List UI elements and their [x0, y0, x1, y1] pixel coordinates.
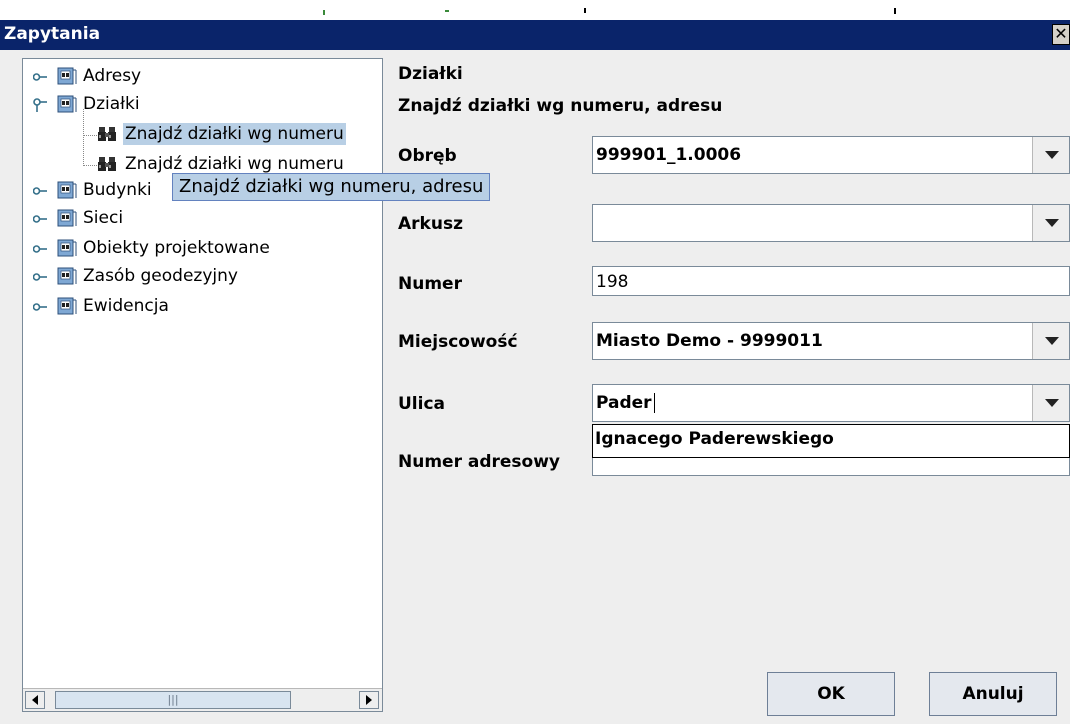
folder-book-icon	[57, 67, 77, 85]
tree-node-adresy[interactable]: Adresy	[33, 65, 233, 87]
stray-mark	[584, 8, 586, 13]
arkusz-combobox[interactable]	[592, 204, 1070, 242]
obreb-label: Obręb	[398, 146, 457, 166]
tree-node-label: Znajdź działki wg numeru	[125, 154, 344, 174]
tree-connector	[83, 135, 97, 136]
query-tree[interactable]: Adresy Działki Znajdź działki wg numeru …	[22, 58, 383, 712]
tree-node-label: Adresy	[83, 66, 142, 86]
form-heading: Działki	[398, 64, 463, 84]
ok-button[interactable]: OK	[767, 672, 895, 716]
binoculars-icon	[98, 127, 116, 141]
stray-mark	[445, 10, 449, 12]
tree-node-label: Zasób geodezyjny	[83, 266, 238, 286]
ulica-suggestion-item[interactable]: Ignacego Paderewskiego	[595, 429, 834, 449]
collapsed-handle-icon[interactable]	[33, 72, 47, 82]
collapsed-handle-icon[interactable]	[33, 186, 47, 196]
numer-value: 198	[596, 272, 629, 292]
ulica-value: Pader	[596, 393, 652, 413]
tree-node-label: Znajdź działki wg numeru	[123, 123, 346, 145]
folder-book-icon	[57, 239, 77, 257]
close-button[interactable]: ✕	[1052, 24, 1070, 45]
ulica-suggestion-list[interactable]: Ignacego Paderewskiego	[592, 424, 1070, 458]
cancel-button[interactable]: Anuluj	[929, 672, 1057, 716]
tree-node-label: Sieci	[83, 208, 124, 228]
dialog-title: Zapytania	[4, 24, 101, 44]
tree-node-sieci[interactable]: Sieci	[33, 207, 233, 229]
collapsed-handle-icon[interactable]	[33, 272, 47, 282]
tree-node-label: Obiekty projektowane	[83, 238, 270, 258]
dialog-titlebar[interactable]: Zapytania ✕	[0, 20, 1070, 50]
expanded-handle-icon[interactable]	[33, 98, 47, 112]
form-subheading: Znajdź działki wg numeru, adresu	[398, 96, 723, 116]
chevron-down-icon	[1045, 219, 1059, 227]
binoculars-icon	[98, 157, 116, 171]
text-caret	[653, 393, 655, 413]
scroll-left-button[interactable]	[25, 691, 45, 709]
miejscowosc-value: Miasto Demo - 9999011	[596, 331, 823, 351]
tree-connector	[83, 109, 84, 166]
tree-node-dzialki[interactable]: Działki	[33, 93, 233, 115]
stray-mark	[323, 10, 325, 15]
tree-leaf-znajdz-dzialki-2[interactable]: Znajdź działki wg numeru	[97, 153, 382, 175]
obreb-dropdown-button[interactable]	[1032, 137, 1069, 173]
arrow-right-icon	[366, 695, 372, 705]
miejscowosc-label: Miejscowość	[398, 332, 518, 352]
tree-node-obiekty-projektowane[interactable]: Obiekty projektowane	[33, 237, 333, 259]
collapsed-handle-icon[interactable]	[33, 302, 47, 312]
tree-leaf-znajdz-dzialki-1[interactable]: Znajdź działki wg numeru	[97, 123, 382, 145]
folder-book-icon	[57, 181, 77, 199]
tree-node-zasob-geodezyjny[interactable]: Zasób geodezyjny	[33, 265, 333, 287]
numer-label: Numer	[398, 274, 462, 294]
collapsed-handle-icon[interactable]	[33, 244, 47, 254]
scroll-right-button[interactable]	[359, 691, 379, 709]
folder-book-icon	[57, 267, 77, 285]
folder-book-icon	[57, 297, 77, 315]
numer-input[interactable]: 198	[592, 266, 1070, 296]
folder-book-icon	[57, 95, 77, 113]
ulica-combobox[interactable]: Pader	[592, 384, 1070, 422]
arkusz-dropdown-button[interactable]	[1032, 205, 1069, 241]
stray-mark	[894, 8, 896, 14]
obreb-value: 999901_1.0006	[596, 145, 742, 165]
obreb-combobox[interactable]: 999901_1.0006	[592, 136, 1070, 174]
numer-adresowy-label: Numer adresowy	[398, 452, 561, 472]
chevron-down-icon	[1045, 337, 1059, 345]
folder-book-icon	[57, 209, 77, 227]
ulica-label: Ulica	[398, 394, 446, 414]
tree-node-ewidencja[interactable]: Ewidencja	[33, 295, 233, 317]
tree-connector	[83, 165, 97, 166]
scroll-thumb[interactable]: |||	[55, 691, 291, 709]
tree-horizontal-scrollbar[interactable]: |||	[23, 688, 382, 711]
tree-node-label: Budynki	[83, 180, 152, 200]
arkusz-label: Arkusz	[398, 214, 463, 234]
chevron-down-icon	[1045, 151, 1059, 159]
ulica-dropdown-button[interactable]	[1032, 385, 1069, 421]
tree-node-label: Ewidencja	[83, 296, 169, 316]
tree-node-label: Działki	[83, 94, 140, 114]
collapsed-handle-icon[interactable]	[33, 214, 47, 224]
tree-tooltip: Znajdź działki wg numeru, adresu	[172, 173, 491, 201]
close-icon: ✕	[1054, 24, 1068, 43]
miejscowosc-combobox[interactable]: Miasto Demo - 9999011	[592, 322, 1070, 360]
miejscowosc-dropdown-button[interactable]	[1032, 323, 1069, 359]
arrow-left-icon	[32, 695, 38, 705]
chevron-down-icon	[1045, 399, 1059, 407]
